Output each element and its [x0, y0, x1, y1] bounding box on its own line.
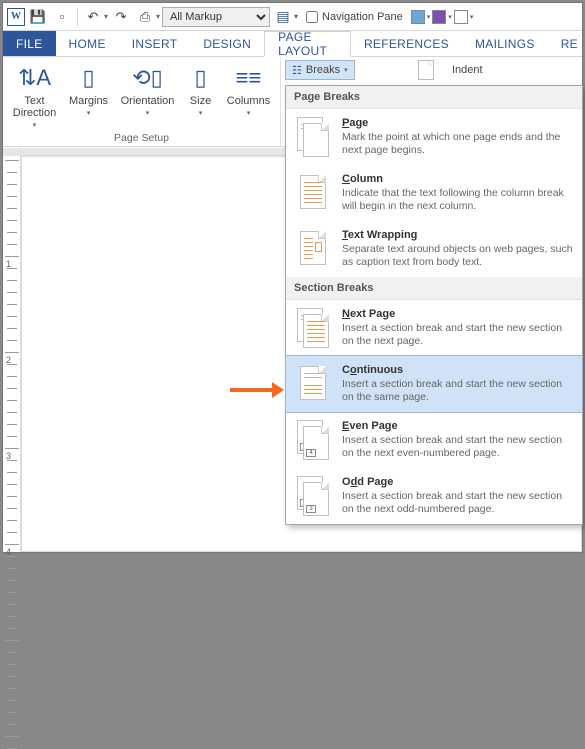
continuous-icon	[296, 364, 330, 402]
color-swatch-2[interactable]	[432, 10, 446, 24]
odd-page-icon: 13	[296, 476, 330, 514]
break-title: Column	[342, 173, 574, 185]
tab-file[interactable]: FILE	[3, 31, 56, 56]
break-option-even-page[interactable]: 24 Even Page Insert a section break and …	[286, 412, 582, 468]
tab-page-layout[interactable]: PAGE LAYOUT	[264, 31, 351, 57]
chevron-down-icon: ▾	[146, 109, 150, 117]
break-option-continuous[interactable]: Continuous Insert a section break and st…	[285, 355, 583, 413]
break-title: Page	[342, 117, 574, 129]
divider	[77, 8, 78, 26]
chevron-down-icon[interactable]: ▾	[470, 13, 474, 21]
navigation-pane-checkbox[interactable]	[306, 11, 318, 23]
reviewing-pane-button[interactable]: ▤	[272, 6, 294, 28]
orientation-icon: ⟲▯	[133, 63, 163, 93]
navigation-pane-label: Navigation Pane	[322, 11, 403, 23]
tab-references[interactable]: REFERENCES	[351, 31, 462, 56]
navigation-pane-toggle[interactable]: Navigation Pane	[306, 11, 403, 23]
tab-home[interactable]: HOME	[56, 31, 119, 56]
print-preview-button[interactable]: ⎙	[134, 6, 156, 28]
columns-label: Columns	[227, 95, 270, 107]
size-button[interactable]: ▯ Size ▾	[181, 61, 221, 130]
breaks-label: Breaks	[306, 64, 340, 76]
chevron-down-icon: ▾	[344, 66, 348, 74]
word-app-icon	[7, 8, 25, 26]
text-wrapping-icon	[296, 229, 330, 267]
dropdown-header-section-breaks: Section Breaks	[286, 277, 582, 300]
margins-icon: ▯	[74, 63, 104, 93]
tab-insert[interactable]: INSERT	[119, 31, 191, 56]
watermark-icon[interactable]	[418, 60, 434, 80]
orientation-button[interactable]: ⟲▯ Orientation ▾	[117, 61, 179, 130]
chevron-down-icon: ▾	[199, 109, 203, 117]
break-option-page[interactable]: Page Mark the point at which one page en…	[286, 109, 582, 165]
group-label-page-setup: Page Setup	[9, 130, 274, 146]
break-desc: Insert a section break and start the new…	[342, 490, 574, 516]
columns-button[interactable]: ≡≡ Columns ▾	[223, 61, 275, 130]
tab-review-partial[interactable]: RE	[548, 31, 582, 56]
break-option-odd-page[interactable]: 13 Odd Page Insert a section break and s…	[286, 468, 582, 524]
breaks-button[interactable]: ☷ Breaks ▾	[285, 60, 355, 80]
reviewing-dropdown-icon[interactable]: ▾	[294, 12, 298, 21]
preview-dropdown-icon[interactable]: ▾	[156, 12, 160, 21]
vertical-ruler[interactable]: 1234	[3, 148, 21, 552]
break-option-text-wrapping[interactable]: Text Wrapping Separate text around objec…	[286, 221, 582, 277]
next-page-icon	[296, 308, 330, 346]
margins-label: Margins	[69, 95, 108, 107]
orientation-label: Orientation	[121, 95, 175, 107]
markup-select[interactable]: All Markup	[162, 7, 270, 27]
chevron-down-icon[interactable]: ▾	[448, 13, 452, 21]
break-title: Even Page	[342, 420, 574, 432]
text-direction-icon: ⇅A	[20, 63, 50, 93]
break-title: Text Wrapping	[342, 229, 574, 241]
new-button[interactable]: ▫	[51, 6, 73, 28]
dropdown-header-page-breaks: Page Breaks	[286, 86, 582, 109]
chevron-down-icon: ▾	[247, 109, 251, 117]
redo-button[interactable]: ↷	[110, 6, 132, 28]
column-break-icon	[296, 173, 330, 211]
break-desc: Mark the point at which one page ends an…	[342, 131, 574, 157]
break-option-next-page[interactable]: Next Page Insert a section break and sta…	[286, 300, 582, 356]
break-title: Next Page	[342, 308, 574, 320]
chevron-down-icon: ▾	[33, 121, 37, 129]
save-button[interactable]: 💾	[27, 6, 49, 28]
break-title: Continuous	[342, 364, 574, 376]
undo-dropdown-icon[interactable]: ▾	[104, 12, 108, 21]
quick-access-toolbar: 💾 ▫ ↶ ▾ ↷ ⎙ ▾ All Markup ▤ ▾ Navigation …	[3, 3, 582, 31]
even-page-icon: 24	[296, 420, 330, 458]
breaks-icon: ☷	[292, 64, 302, 77]
color-swatch-3[interactable]	[454, 10, 468, 24]
columns-icon: ≡≡	[234, 63, 264, 93]
undo-button[interactable]: ↶	[82, 6, 104, 28]
app-window: 💾 ▫ ↶ ▾ ↷ ⎙ ▾ All Markup ▤ ▾ Navigation …	[2, 2, 583, 553]
break-desc: Indicate that the text following the col…	[342, 187, 574, 213]
size-icon: ▯	[186, 63, 216, 93]
tab-mailings[interactable]: MAILINGS	[462, 31, 548, 56]
text-direction-button[interactable]: ⇅A Text Direction ▾	[9, 61, 61, 130]
break-desc: Insert a section break and start the new…	[342, 322, 574, 348]
breaks-dropdown: Page Breaks Page Mark the point at which…	[285, 85, 583, 525]
margins-button[interactable]: ▯ Margins ▾	[63, 61, 115, 130]
break-option-column[interactable]: Column Indicate that the text following …	[286, 165, 582, 221]
indent-area: Indent	[418, 60, 483, 80]
ribbon-tabs: FILE HOME INSERT DESIGN PAGE LAYOUT REFE…	[3, 31, 582, 57]
size-label: Size	[190, 95, 211, 107]
indent-label: Indent	[452, 64, 483, 76]
break-title: Odd Page	[342, 476, 574, 488]
annotation-arrow	[230, 388, 272, 392]
break-desc: Insert a section break and start the new…	[342, 378, 574, 404]
page-break-icon	[296, 117, 330, 155]
break-desc: Insert a section break and start the new…	[342, 434, 574, 460]
chevron-down-icon: ▾	[87, 109, 91, 117]
tab-design[interactable]: DESIGN	[190, 31, 264, 56]
color-swatch-1[interactable]	[411, 10, 425, 24]
break-desc: Separate text around objects on web page…	[342, 243, 574, 269]
text-direction-label: Text Direction	[9, 95, 61, 119]
chevron-down-icon[interactable]: ▾	[427, 13, 431, 21]
group-page-setup: ⇅A Text Direction ▾ ▯ Margins ▾ ⟲▯ Orien…	[3, 57, 281, 146]
